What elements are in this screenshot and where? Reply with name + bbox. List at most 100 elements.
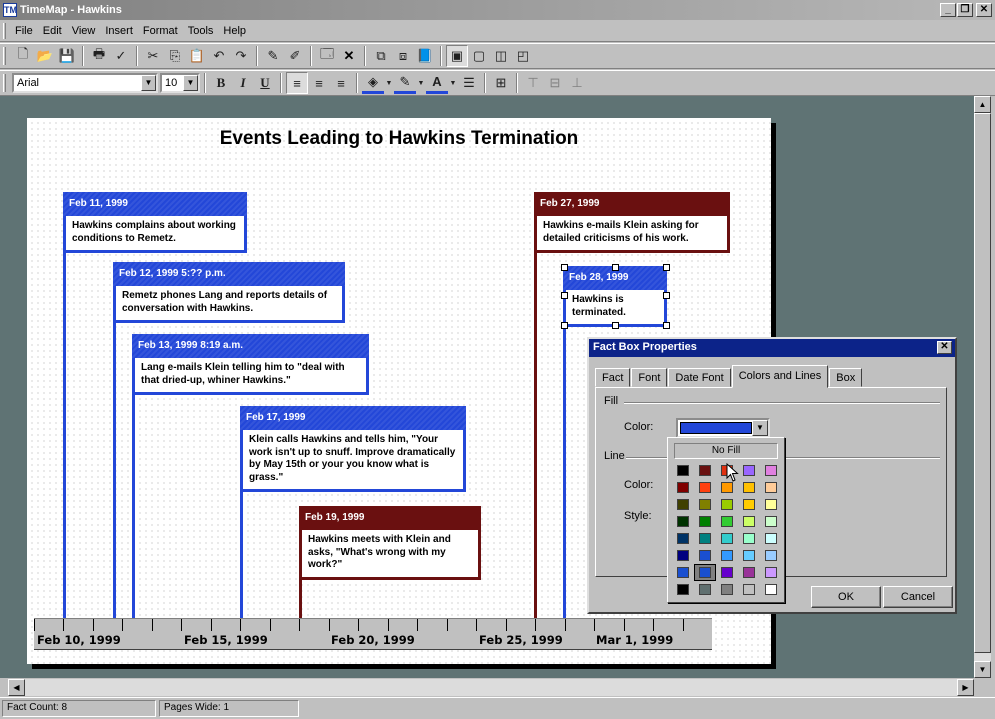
color-swatch[interactable] xyxy=(716,581,738,598)
horizontal-scrollbar[interactable]: ◀ ▶ xyxy=(8,679,974,696)
undo-icon[interactable]: ↶ xyxy=(208,45,230,67)
scroll-left-icon[interactable]: ◀ xyxy=(8,679,25,696)
color-swatch[interactable] xyxy=(760,581,782,598)
spellcheck-icon[interactable]: ✓ xyxy=(110,45,132,67)
bold-icon[interactable]: B xyxy=(210,72,232,94)
color-swatch[interactable] xyxy=(760,513,782,530)
help-book-icon[interactable]: 📘 xyxy=(414,45,436,67)
resize-handle[interactable] xyxy=(663,322,670,329)
new-fact-icon[interactable]: ✎ xyxy=(262,45,284,67)
tab-font[interactable]: Font xyxy=(631,368,668,387)
color-swatch[interactable] xyxy=(694,530,716,547)
line-color-icon[interactable]: ✎ xyxy=(394,72,416,94)
color-swatch[interactable] xyxy=(672,564,694,581)
redo-icon[interactable]: ↷ xyxy=(230,45,252,67)
resize-handle[interactable] xyxy=(612,322,619,329)
color-swatch[interactable] xyxy=(716,496,738,513)
open-folder-icon[interactable]: 📂 xyxy=(34,45,56,67)
cut-icon[interactable]: ✂ xyxy=(142,45,164,67)
tab-box[interactable]: Box xyxy=(829,368,863,387)
layout-1-icon[interactable]: ▣ xyxy=(446,45,468,67)
bring-forward-icon[interactable]: ⧈ xyxy=(392,45,414,67)
resize-handle[interactable] xyxy=(561,322,568,329)
color-swatch[interactable] xyxy=(672,530,694,547)
color-swatch[interactable] xyxy=(738,462,760,479)
font-size-combo[interactable]: 10 ▼ xyxy=(160,73,200,93)
color-swatch[interactable] xyxy=(716,513,738,530)
color-swatch[interactable] xyxy=(672,479,694,496)
vertical-scroll-thumb[interactable] xyxy=(974,113,991,653)
chevron-down-icon[interactable]: ▼ xyxy=(752,420,768,436)
underline-icon[interactable]: U xyxy=(254,72,276,94)
menu-grip[interactable] xyxy=(3,23,6,39)
menu-help[interactable]: Help xyxy=(218,23,251,39)
color-swatch[interactable] xyxy=(760,564,782,581)
delete-icon[interactable]: ✕ xyxy=(338,45,360,67)
color-swatch[interactable] xyxy=(760,479,782,496)
color-swatch[interactable] xyxy=(694,462,716,479)
color-swatch[interactable] xyxy=(672,547,694,564)
fact-box[interactable]: Feb 11, 1999 Hawkins complains about wor… xyxy=(63,192,247,253)
fact-box[interactable]: Feb 27, 1999 Hawkins e-mails Klein askin… xyxy=(534,192,730,253)
color-swatch[interactable] xyxy=(672,462,694,479)
layout-2-icon[interactable]: ▢ xyxy=(468,45,490,67)
italic-icon[interactable]: I xyxy=(232,72,254,94)
menu-view[interactable]: View xyxy=(67,23,101,39)
new-fact-folder-icon[interactable]: ✐ xyxy=(284,45,306,67)
color-swatch[interactable] xyxy=(716,564,738,581)
ok-button[interactable]: OK xyxy=(811,586,881,608)
line-style-icon[interactable]: ☰ xyxy=(458,72,480,94)
color-swatch[interactable] xyxy=(694,547,716,564)
resize-handle[interactable] xyxy=(663,264,670,271)
no-fill-button[interactable]: No Fill xyxy=(674,443,778,459)
color-swatch[interactable] xyxy=(760,496,782,513)
color-swatch[interactable] xyxy=(738,547,760,564)
color-swatch[interactable] xyxy=(694,479,716,496)
font-combo[interactable]: Arial ▼ xyxy=(12,73,158,93)
send-to-back-icon[interactable]: ⧉ xyxy=(370,45,392,67)
color-swatch[interactable] xyxy=(694,564,716,581)
dialog-title-bar[interactable]: Fact Box Properties ✕ xyxy=(589,339,955,357)
box-layout-icon[interactable]: ⊞ xyxy=(490,72,512,94)
color-swatch[interactable] xyxy=(694,496,716,513)
color-swatch[interactable] xyxy=(738,496,760,513)
color-swatch[interactable] xyxy=(760,530,782,547)
fact-box[interactable]: Feb 13, 1999 8:19 a.m. Lang e-mails Klei… xyxy=(132,334,369,395)
chevron-down-icon[interactable]: ▼ xyxy=(448,72,458,94)
align-right-icon[interactable]: ≡ xyxy=(330,72,352,94)
color-swatch[interactable] xyxy=(738,530,760,547)
color-swatch[interactable] xyxy=(760,547,782,564)
fill-color-icon[interactable]: ◈ xyxy=(362,72,384,94)
minimize-icon[interactable]: _ xyxy=(940,3,956,17)
menu-file[interactable]: File xyxy=(10,23,38,39)
color-swatch[interactable] xyxy=(694,581,716,598)
chevron-down-icon[interactable]: ▼ xyxy=(183,75,198,91)
cancel-button[interactable]: Cancel xyxy=(883,586,953,608)
print-icon[interactable]: 🖶 xyxy=(88,45,110,67)
align-center-icon[interactable]: ≡ xyxy=(308,72,330,94)
color-swatch[interactable] xyxy=(738,564,760,581)
align-top-icon[interactable]: ⊤ xyxy=(522,72,544,94)
align-middle-icon[interactable]: ⊟ xyxy=(544,72,566,94)
font-color-icon[interactable]: A xyxy=(426,72,448,94)
menu-tools[interactable]: Tools xyxy=(183,23,219,39)
chart-title[interactable]: Events Leading to Hawkins Termination xyxy=(27,128,771,150)
copy-icon[interactable]: ⎘ xyxy=(164,45,186,67)
color-swatch[interactable] xyxy=(694,513,716,530)
save-icon[interactable]: 💾 xyxy=(56,45,78,67)
scroll-down-icon[interactable]: ▼ xyxy=(974,661,991,678)
layout-4-icon[interactable]: ◰ xyxy=(512,45,534,67)
vertical-scrollbar[interactable]: ▲ ▼ xyxy=(974,96,991,678)
properties-icon[interactable]: 🗔 xyxy=(316,45,338,67)
align-left-icon[interactable]: ≡ xyxy=(286,72,308,94)
scroll-right-icon[interactable]: ▶ xyxy=(957,679,974,696)
chevron-down-icon[interactable]: ▼ xyxy=(384,72,394,94)
fill-color-picker[interactable]: ▼ xyxy=(676,418,770,438)
tab-date-font[interactable]: Date Font xyxy=(668,368,731,387)
restore-icon[interactable]: ❐ xyxy=(957,3,973,17)
color-swatch[interactable] xyxy=(672,513,694,530)
color-swatch[interactable] xyxy=(738,479,760,496)
align-bottom-icon[interactable]: ⊥ xyxy=(566,72,588,94)
resize-handle[interactable] xyxy=(561,292,568,299)
layout-3-icon[interactable]: ◫ xyxy=(490,45,512,67)
